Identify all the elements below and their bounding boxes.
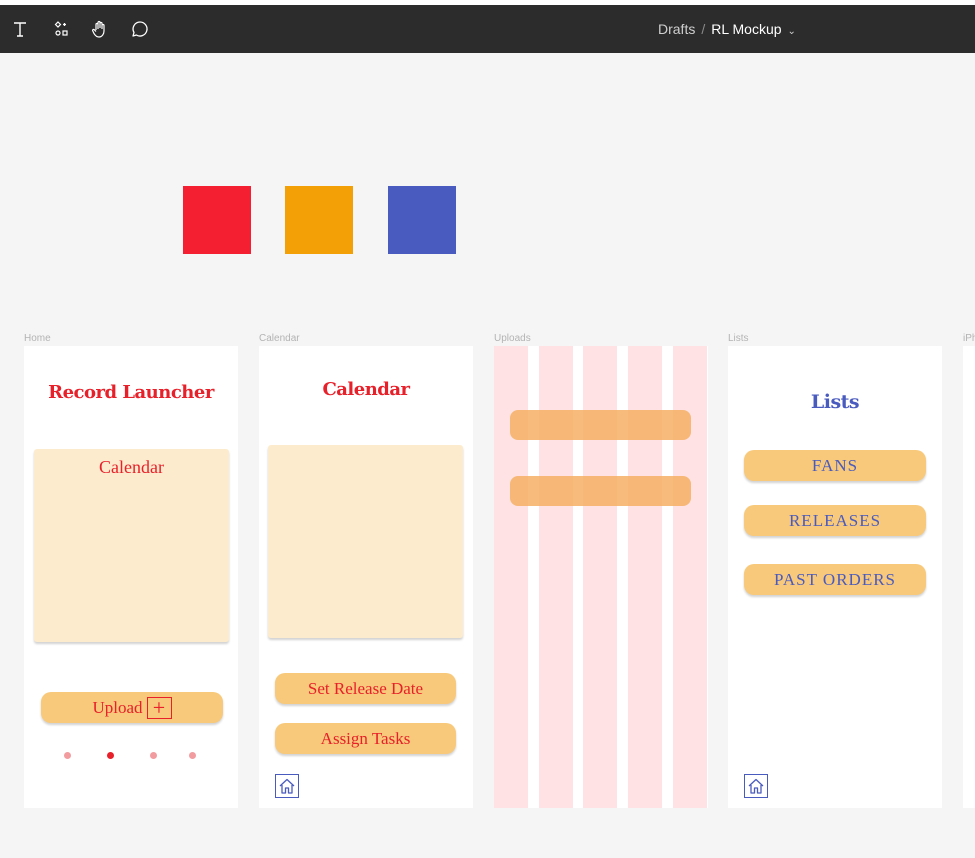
frame-label-home[interactable]: Home	[24, 333, 51, 344]
home-button[interactable]	[275, 774, 299, 798]
hand-tool-button[interactable]	[86, 15, 114, 43]
page-dot[interactable]	[64, 752, 71, 759]
home-icon	[279, 778, 295, 794]
calendar-view[interactable]	[268, 445, 463, 638]
calendar-card-title: Calendar	[99, 457, 164, 477]
assign-tasks-button[interactable]: Assign Tasks	[275, 723, 456, 754]
releases-button[interactable]: RELEASES	[744, 505, 926, 536]
blue-swatch[interactable]	[388, 186, 456, 254]
past-orders-button-label: PAST ORDERS	[773, 569, 897, 589]
breadcrumb: Drafts / RL Mockup ⌄	[658, 21, 796, 37]
plus-icon: +	[146, 696, 172, 719]
frame-lists[interactable]: Lists FANS RELEASES PAST ORDERS	[728, 346, 942, 808]
text-tool-button[interactable]	[6, 15, 34, 43]
releases-button-label: RELEASES	[788, 510, 882, 530]
home-icon	[748, 778, 764, 794]
frame-iphone[interactable]	[963, 346, 975, 808]
chevron-down-icon[interactable]: ⌄	[788, 26, 796, 37]
upload-item-bar[interactable]	[510, 476, 691, 506]
comment-icon	[132, 21, 148, 37]
calendar-card[interactable]: Calendar	[34, 449, 229, 642]
upload-item-bar[interactable]	[510, 410, 691, 440]
fans-button-label: FANS	[811, 455, 859, 475]
frame-calendar[interactable]: Calendar Set Release Date Assign Tasks	[259, 346, 473, 808]
component-tool-button[interactable]	[48, 15, 76, 43]
app-title: Record Launcher	[48, 382, 214, 403]
frame-label-lists[interactable]: Lists	[728, 333, 749, 344]
assign-tasks-label: Assign Tasks	[320, 728, 411, 748]
design-canvas[interactable]: Home Record Launcher Calendar Upload + C…	[0, 53, 975, 858]
home-button[interactable]	[744, 774, 768, 798]
hand-icon	[92, 20, 105, 38]
frame-uploads[interactable]	[494, 346, 708, 808]
text-icon	[14, 22, 26, 37]
calendar-page-title: Calendar	[322, 379, 410, 400]
breadcrumb-separator: /	[701, 21, 706, 37]
frame-label-calendar[interactable]: Calendar	[259, 333, 300, 344]
frame-home[interactable]: Record Launcher Calendar Upload +	[24, 346, 238, 808]
set-release-date-button[interactable]: Set Release Date	[275, 673, 456, 704]
upload-button-label: Upload	[92, 697, 143, 717]
page-dot[interactable]	[189, 752, 196, 759]
frame-label-iphone[interactable]: iPh	[963, 333, 975, 344]
set-release-date-label: Set Release Date	[307, 678, 424, 698]
page-dot-active[interactable]	[107, 752, 114, 759]
breadcrumb-file-name[interactable]: RL Mockup	[711, 21, 781, 37]
components-icon	[54, 21, 68, 36]
page-dot[interactable]	[150, 752, 157, 759]
top-toolbar: Drafts / RL Mockup ⌄	[0, 0, 975, 53]
lists-page-title: Lists	[810, 391, 860, 413]
upload-button[interactable]: Upload +	[41, 692, 223, 723]
breadcrumb-folder[interactable]: Drafts	[658, 21, 695, 37]
orange-swatch[interactable]	[285, 186, 353, 254]
red-swatch[interactable]	[183, 186, 251, 254]
comment-tool-button[interactable]	[126, 15, 154, 43]
past-orders-button[interactable]: PAST ORDERS	[744, 564, 926, 595]
frame-label-uploads[interactable]: Uploads	[494, 333, 531, 344]
fans-button[interactable]: FANS	[744, 450, 926, 481]
